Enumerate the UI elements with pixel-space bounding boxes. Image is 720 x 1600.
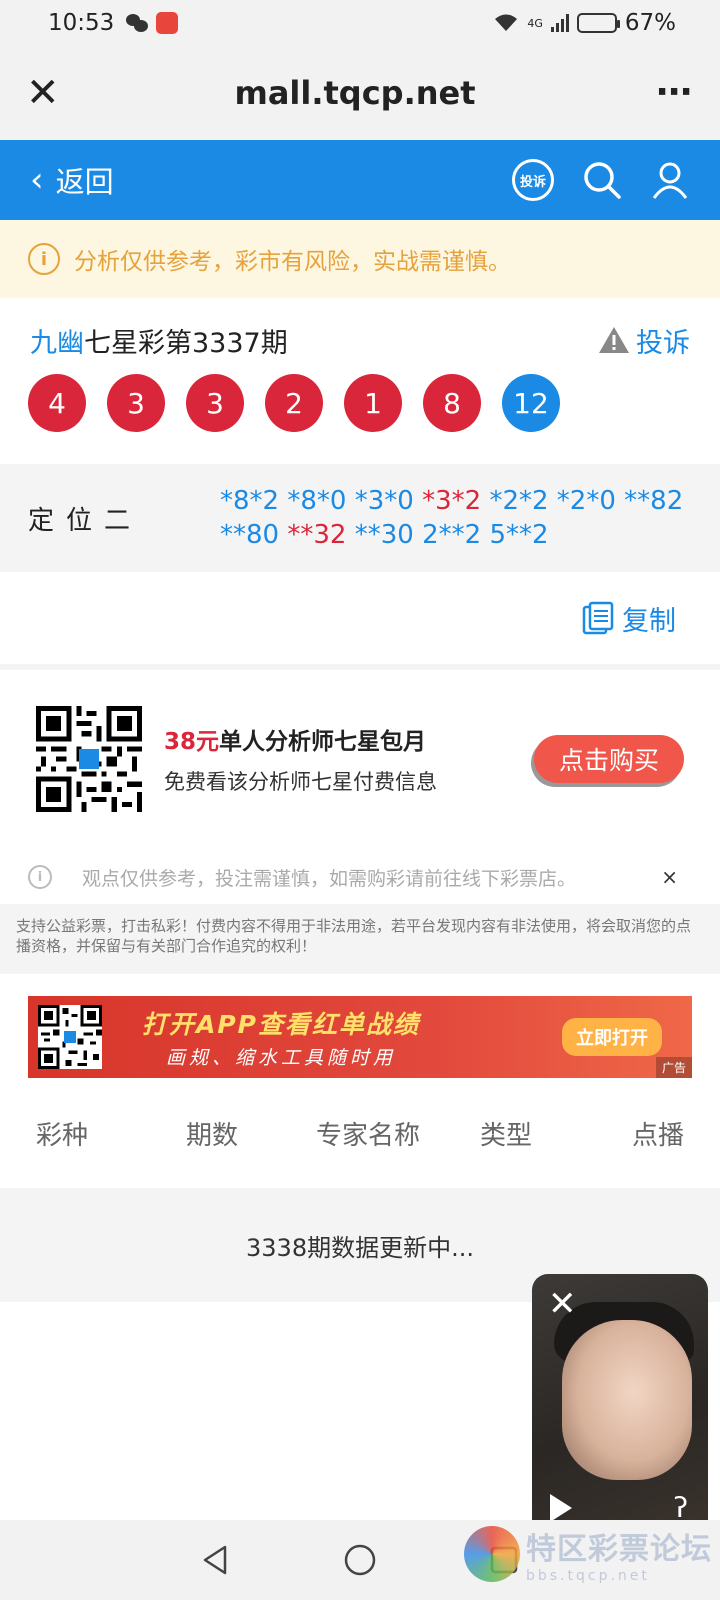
back-button[interactable]: ‹ 返回 <box>30 159 114 201</box>
report-button[interactable]: 投诉 <box>598 321 690 360</box>
position-number: *2*0 <box>556 486 616 516</box>
browser-url-bar: ✕ mall.tqcp.net ⋯ <box>0 46 720 140</box>
status-time: 10:53 <box>48 10 115 36</box>
close-icon[interactable]: ✕ <box>26 73 66 113</box>
close-disclaimer-icon[interactable]: × <box>661 865 678 889</box>
page-header: ‹ 返回 投诉 <box>0 140 720 220</box>
signal-icon <box>550 14 569 32</box>
result-ball: 3 <box>107 374 165 432</box>
watermark-text: 特区彩票论坛 bbs.tqcp.net <box>526 1524 712 1584</box>
position-number: *3*2 <box>422 486 482 516</box>
lottery-title-row: 九幽七星彩第3337期 投诉 <box>0 298 720 362</box>
watermark-url: bbs.tqcp.net <box>526 1568 650 1584</box>
risk-notice: i 分析仅供参考，彩市有风险，实战需谨慎。 <box>0 220 720 298</box>
wifi-icon <box>495 14 518 31</box>
table-header-cell: 期数 <box>186 1120 239 1151</box>
promo-title-text: 单人分析师七星包月 <box>219 729 427 755</box>
chevron-left-icon: ‹ <box>30 160 44 200</box>
info-icon: i <box>28 865 52 889</box>
report-label: 投诉 <box>636 327 690 359</box>
close-video-icon[interactable]: ✕ <box>548 1284 577 1324</box>
lottery-issue: 七星彩第3337期 <box>84 327 288 359</box>
table-header-cell: 彩种 <box>36 1120 89 1151</box>
lottery-title: 九幽七星彩第3337期 <box>30 321 288 360</box>
position-number: 5**2 <box>489 520 549 550</box>
network-type: 4G <box>527 16 543 30</box>
promo-text: 38元单人分析师七星包月 免费看该分析师七星付费信息 <box>164 722 534 796</box>
nav-back-icon[interactable] <box>199 1543 233 1577</box>
header-actions: 投诉 <box>512 159 690 201</box>
status-bar: 10:53 4G 67% <box>0 0 720 46</box>
battery-percent: 67% <box>624 10 676 36</box>
warning-icon <box>599 327 629 353</box>
more-menu-icon[interactable]: ⋯ <box>644 75 694 111</box>
result-ball: 12 <box>502 374 560 432</box>
info-icon: i <box>28 243 60 275</box>
forum-watermark: 特区彩票论坛 bbs.tqcp.net <box>464 1524 712 1584</box>
banner-text: 打开APP查看红单战绩 画规、缩水工具随时用 <box>142 1005 420 1070</box>
position-number: **82 <box>624 486 684 516</box>
position-number: 2**2 <box>422 520 482 550</box>
promo-subtitle: 免费看该分析师七星付费信息 <box>164 770 437 794</box>
back-label: 返回 <box>55 165 114 199</box>
result-ball: 2 <box>265 374 323 432</box>
position-number: **30 <box>354 520 414 550</box>
table-header-cell: 点播 <box>631 1120 684 1151</box>
position-line-2: **80 **32 **30 2**2 5**2 <box>220 518 683 552</box>
position-number: *2*2 <box>489 486 549 516</box>
position-numbers: *8*2 *8*0 *3*0 *3*2 *2*2 *2*0 **82 **80 … <box>220 484 683 552</box>
disclaimer-bar: i 观点仅供参考，投注需谨慎，如需购彩请前往线下彩票店。 × <box>0 854 720 900</box>
result-balls: 4 3 3 2 1 8 12 <box>0 362 720 460</box>
legal-notice: 支持公益彩票，打击私彩！付费内容不得用于非法用途，若平台发现内容有非法使用，将会… <box>0 904 720 974</box>
open-app-button[interactable]: 立即打开 <box>562 1018 662 1056</box>
result-ball: 8 <box>423 374 481 432</box>
position-line-1: *8*2 *8*0 *3*0 *3*2 *2*2 *2*0 **82 <box>220 484 683 518</box>
buy-button[interactable]: 点击购买 <box>534 735 684 783</box>
author-link[interactable]: 九幽 <box>30 328 84 359</box>
wechat-icon <box>126 14 149 32</box>
search-icon[interactable] <box>582 160 622 200</box>
user-icon[interactable] <box>650 160 690 200</box>
table-header-cell: 专家名称 <box>316 1120 421 1151</box>
nav-home-icon[interactable] <box>343 1543 377 1577</box>
disclaimer-text: 观点仅供参考，投注需谨慎，如需购彩请前往线下彩票店。 <box>82 867 577 890</box>
complain-icon[interactable]: 投诉 <box>512 159 554 201</box>
battery-icon <box>576 13 620 33</box>
position-two-section: 定位二 *8*2 *8*0 *3*0 *3*2 *2*2 *2*0 **82 *… <box>0 464 720 572</box>
position-number: *8*0 <box>287 486 347 516</box>
copy-label: 复制 <box>622 605 676 637</box>
play-icon[interactable] <box>550 1494 572 1522</box>
notification-icons <box>126 12 179 34</box>
qr-code <box>36 706 142 812</box>
promo-price: 38元 <box>164 729 220 755</box>
position-number: **32 <box>287 520 347 550</box>
watermark-title: 特区彩票论坛 <box>526 1532 712 1567</box>
subscription-promo: 38元单人分析师七星包月 免费看该分析师七星付费信息 点击购买 <box>0 670 720 848</box>
position-number: **80 <box>220 520 280 550</box>
copy-button[interactable]: 复制 <box>0 572 720 664</box>
ad-tag: 广告 <box>655 1057 692 1078</box>
app-download-banner[interactable]: 打开APP查看红单战绩 画规、缩水工具随时用 立即打开 广告 <box>28 996 692 1078</box>
position-number: *3*0 <box>354 486 414 516</box>
video-thumbnail <box>562 1320 692 1480</box>
banner-headline: 打开APP查看红单战绩 <box>142 1009 420 1039</box>
result-ball: 1 <box>344 374 402 432</box>
notice-text: 分析仅供参考，彩市有风险，实战需谨慎。 <box>74 249 511 275</box>
table-header: 彩种 期数 专家名称 类型 点播 <box>0 1078 720 1188</box>
result-ball: 3 <box>186 374 244 432</box>
promo-title: 38元单人分析师七星包月 <box>164 722 534 756</box>
floating-video-player[interactable]: ✕ ʔ <box>532 1274 708 1536</box>
banner-subline: 画规、缩水工具随时用 <box>165 1046 396 1069</box>
status-right: 4G 67% <box>493 10 676 36</box>
position-number: *8*2 <box>220 486 280 516</box>
forum-logo <box>464 1526 520 1582</box>
url-text[interactable]: mall.tqcp.net <box>66 74 644 112</box>
copy-icon <box>582 601 614 635</box>
table-header-cell: 类型 <box>480 1120 533 1151</box>
banner-qr-code <box>38 1005 102 1069</box>
position-label: 定位二 <box>28 505 143 536</box>
app-notification-icon <box>156 12 179 34</box>
result-ball: 4 <box>28 374 86 432</box>
